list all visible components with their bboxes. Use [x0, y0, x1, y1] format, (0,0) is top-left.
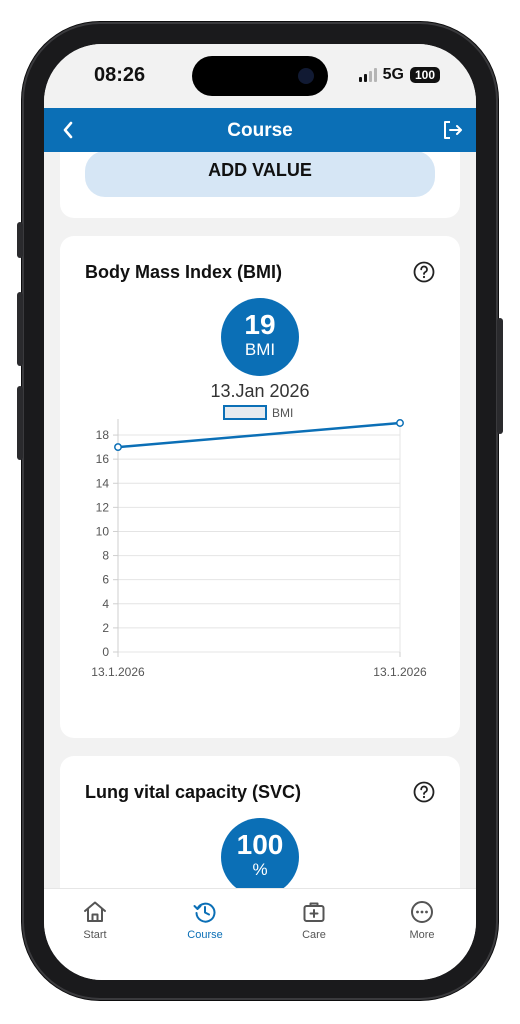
y-tick-label: 14	[96, 476, 110, 490]
bmi-unit: BMI	[244, 340, 276, 359]
screen: 08:26 5G 100 Course ADD VALUE Body Mass …	[44, 44, 476, 980]
svc-card: Lung vital capacity (SVC) 100 %	[60, 756, 460, 888]
bmi-card-title: Body Mass Index (BMI)	[85, 262, 283, 282]
svc-unit: %	[252, 860, 268, 879]
help-icon[interactable]	[412, 780, 436, 804]
bottom-nav: Start Course Care More	[44, 888, 476, 980]
y-tick-label: 16	[96, 452, 110, 466]
status-bar: 08:26 5G 100	[44, 44, 476, 108]
value-card: ADD VALUE	[60, 152, 460, 218]
content-scroll[interactable]: ADD VALUE Body Mass Index (BMI) 19 BMI 1…	[44, 152, 476, 888]
signal-icon	[358, 68, 377, 82]
add-value-button[interactable]: ADD VALUE	[85, 152, 435, 197]
legend-label: BMI	[272, 406, 293, 420]
history-icon	[193, 902, 216, 923]
bmi-value: 19	[244, 309, 276, 340]
svc-card-title: Lung vital capacity (SVC)	[85, 782, 302, 802]
bmi-date: 13.Jan 2026	[210, 381, 310, 401]
nav-item-start[interactable]: Start	[55, 899, 135, 941]
bmi-chart: BMI 0 2 4 6 8 10 12 14 16 18 13.1.2026 13.1.2026	[91, 405, 427, 679]
data-point-bmi	[114, 443, 122, 452]
y-tick-label: 12	[96, 500, 110, 514]
data-point-bmi	[396, 419, 404, 427]
bmi-value-badge: 19 BMI	[221, 298, 299, 376]
legend-swatch	[223, 405, 267, 420]
y-tick-label: 6	[102, 573, 109, 587]
volume-down-button	[17, 386, 23, 460]
network-type: 5G	[382, 66, 404, 83]
power-button	[497, 318, 503, 434]
nav-label-care: Care	[302, 929, 326, 941]
y-tick-label: 4	[102, 597, 109, 611]
status-time: 08:26	[94, 64, 146, 86]
logout-icon[interactable]	[440, 117, 466, 143]
nav-item-more[interactable]: More	[382, 899, 462, 941]
more-icon	[411, 901, 433, 923]
y-tick-label: 2	[102, 621, 109, 635]
medical-kit-icon	[303, 902, 325, 922]
nav-item-care[interactable]: Care	[274, 899, 354, 941]
help-icon[interactable]	[412, 260, 436, 284]
volume-up-button	[17, 292, 23, 366]
nav-label-course: Course	[187, 929, 223, 941]
bmi-card: Body Mass Index (BMI) 19 BMI 13.Jan 2026…	[60, 236, 460, 738]
nav-label-start: Start	[83, 929, 107, 941]
page-title: Course	[227, 120, 293, 141]
dynamic-island	[192, 56, 328, 96]
app-header: Course	[44, 108, 476, 152]
battery-icon: 100	[409, 67, 440, 83]
y-tick-label: 0	[102, 645, 109, 659]
nav-label-more: More	[409, 929, 435, 941]
x-tick-label: 13.1.2026	[91, 665, 145, 679]
camera-icon	[298, 68, 314, 84]
y-tick-label: 8	[102, 549, 109, 563]
action-button	[17, 222, 23, 258]
y-tick-label: 18	[96, 428, 110, 442]
nav-item-course[interactable]: Course	[165, 899, 245, 941]
home-icon	[84, 901, 106, 922]
x-tick-label: 13.1.2026	[373, 665, 427, 679]
svc-value: 100	[236, 829, 284, 860]
svc-value-badge: 100 %	[221, 818, 299, 888]
y-tick-label: 10	[96, 524, 110, 538]
status-indicators: 5G 100	[358, 66, 440, 84]
